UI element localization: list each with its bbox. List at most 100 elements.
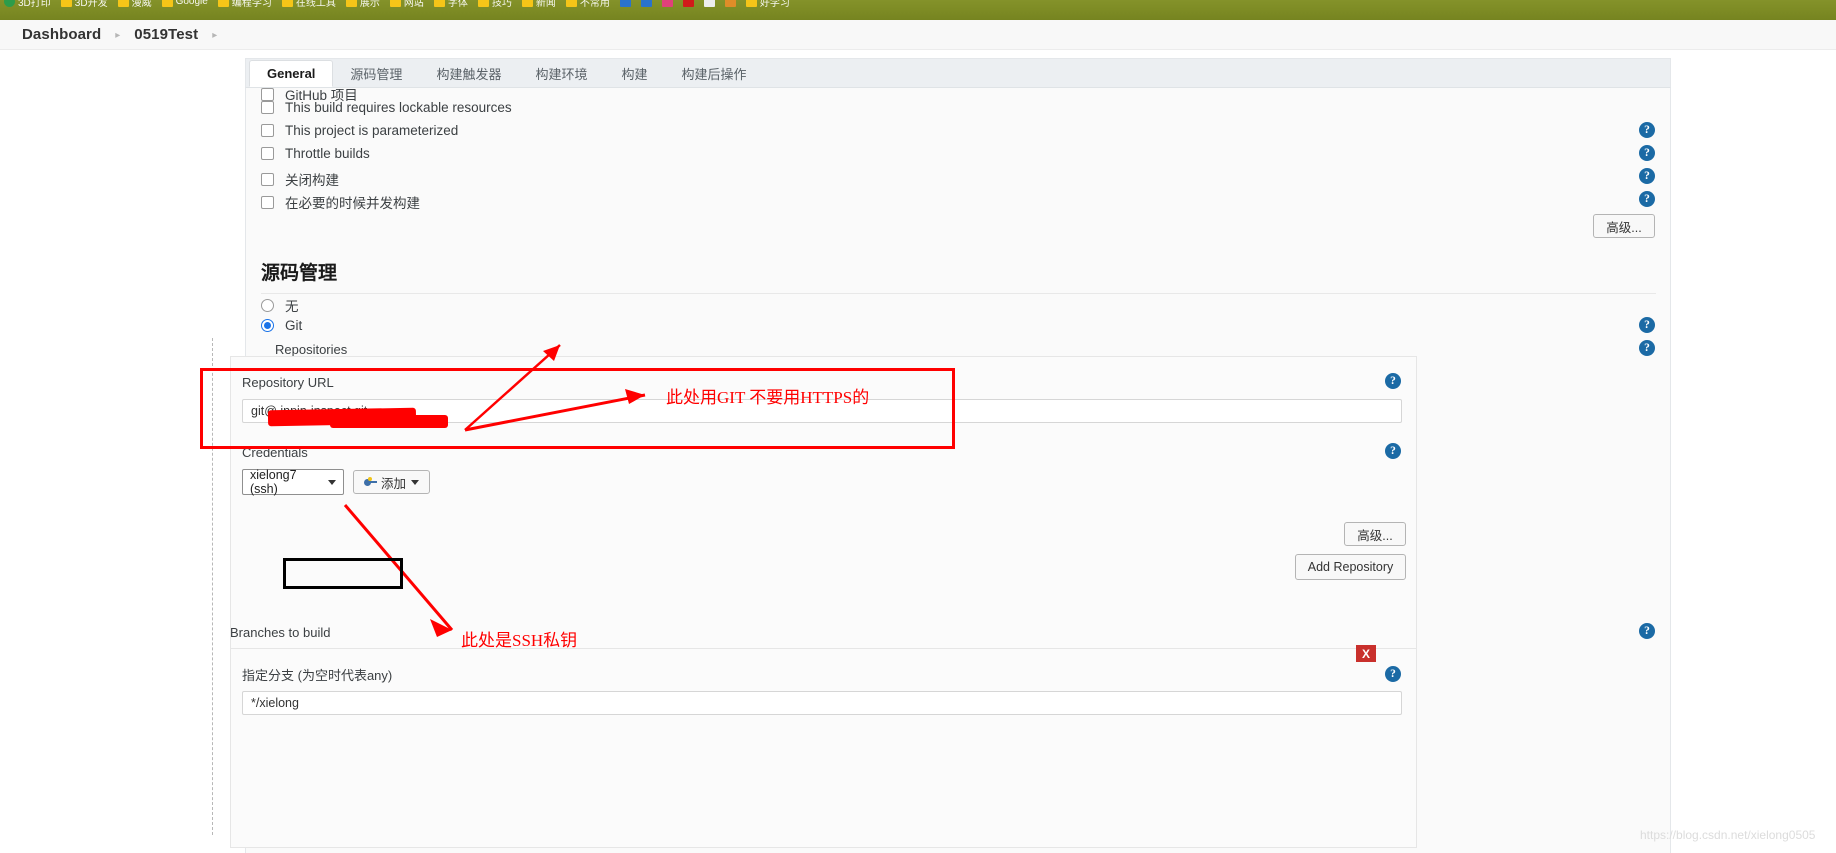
- folder-icon: [433, 0, 445, 7]
- bookmark-item[interactable]: [640, 0, 652, 8]
- key-icon: [363, 476, 377, 487]
- checkbox-label: 关闭构建: [285, 173, 339, 188]
- bookmark-item[interactable]: [619, 0, 631, 8]
- checkbox-icon[interactable]: [261, 101, 274, 114]
- help-icon[interactable]: ?: [1385, 373, 1401, 389]
- radio-icon-selected[interactable]: [261, 319, 274, 332]
- folder-icon: [477, 0, 489, 7]
- bookmark-label: 好学习: [759, 0, 790, 9]
- bookmark-label: 网站: [403, 0, 424, 9]
- breadcrumb-separator-icon: ▸: [115, 30, 121, 41]
- checkbox-row-lockable-resources[interactable]: This build requires lockable resources: [261, 100, 512, 115]
- bookmark-item[interactable]: 网站: [389, 0, 424, 9]
- general-advanced-button[interactable]: 高级...: [1593, 214, 1655, 238]
- bookmark-item[interactable]: 在线工具: [281, 0, 336, 9]
- tab-build-trigger[interactable]: 构建触发器: [419, 59, 518, 87]
- scm-section-heading: 源码管理: [261, 258, 1656, 294]
- checkbox-icon[interactable]: [261, 195, 274, 209]
- breadcrumb: Dashboard ▸ 0519Test ▸: [0, 20, 1836, 50]
- tab-scm[interactable]: 源码管理: [333, 59, 419, 87]
- folder-icon: [217, 0, 229, 7]
- bookmark-item[interactable]: [724, 0, 736, 8]
- repositories-label: Repositories: [275, 342, 348, 357]
- bookmark-label: 字体: [447, 0, 468, 9]
- app-icon: [640, 0, 652, 7]
- bookmark-item[interactable]: 编程学习: [217, 0, 272, 9]
- bookmark-label: 3D开发: [74, 0, 108, 9]
- bookmark-item[interactable]: 好学习: [745, 0, 790, 9]
- bookmark-label: 编程学习: [231, 0, 272, 9]
- bookmark-label: 技巧: [491, 0, 512, 9]
- radio-row-scm-git[interactable]: Git: [261, 318, 302, 333]
- app-icon: [724, 0, 736, 7]
- app-icon: [703, 0, 715, 7]
- tab-build-env[interactable]: 构建环境: [518, 59, 604, 87]
- folder-icon: [389, 0, 401, 7]
- folder-icon: [345, 0, 357, 7]
- tab-general[interactable]: General: [249, 60, 334, 87]
- bookmark-item[interactable]: 不常用: [565, 0, 610, 9]
- tab-build[interactable]: 构建: [604, 59, 664, 87]
- pin-icon: [619, 0, 631, 7]
- add-credentials-button[interactable]: 添加: [353, 470, 430, 494]
- checkbox-row-parameterized[interactable]: This project is parameterized: [261, 123, 458, 138]
- help-icon[interactable]: ?: [1639, 191, 1655, 207]
- bookmark-item[interactable]: 新闻: [521, 0, 556, 9]
- credentials-selected-value: xielong7 (ssh): [250, 468, 297, 496]
- help-icon[interactable]: ?: [1639, 340, 1655, 356]
- help-icon[interactable]: ?: [1385, 443, 1401, 459]
- help-icon[interactable]: ?: [1639, 317, 1655, 333]
- checkbox-icon[interactable]: [261, 147, 274, 160]
- branch-specifier-label: 指定分支 (为空时代表any): [242, 668, 393, 683]
- folder-icon: [521, 0, 533, 7]
- checkbox-label: 在必要的时候并发构建: [285, 196, 420, 211]
- radio-icon[interactable]: [261, 298, 274, 312]
- radio-row-scm-none[interactable]: 无: [261, 295, 299, 315]
- checkbox-row-throttle-builds[interactable]: Throttle builds: [261, 146, 370, 161]
- repository-advanced-button[interactable]: 高级...: [1344, 522, 1406, 546]
- breadcrumb-item-project[interactable]: 0519Test: [134, 26, 198, 43]
- help-icon[interactable]: ?: [1639, 168, 1655, 184]
- help-icon[interactable]: ?: [1639, 122, 1655, 138]
- bookmark-item[interactable]: Google: [161, 0, 208, 8]
- branch-settings-block: [230, 648, 1417, 848]
- repository-url-input[interactable]: git@ inpin-inspect.git: [242, 399, 1402, 423]
- breadcrumb-item-dashboard[interactable]: Dashboard: [22, 26, 101, 43]
- bookmark-item[interactable]: 展示: [345, 0, 380, 9]
- app-icon: [661, 0, 673, 7]
- shield-icon: [4, 0, 15, 7]
- bookmark-item[interactable]: 技巧: [477, 0, 512, 9]
- help-icon[interactable]: ?: [1639, 623, 1655, 639]
- credentials-select[interactable]: xielong7 (ssh): [242, 468, 344, 496]
- checkbox-icon[interactable]: [261, 87, 274, 101]
- bookmark-item[interactable]: [661, 0, 673, 8]
- checkbox-row-disable-build[interactable]: 关闭构建: [261, 169, 339, 189]
- radio-label: 无: [285, 299, 299, 314]
- bookmark-label: Google: [175, 0, 208, 7]
- bookmark-item[interactable]: 字体: [433, 0, 468, 9]
- help-icon[interactable]: ?: [1385, 666, 1401, 682]
- add-repository-button[interactable]: Add Repository: [1295, 554, 1406, 580]
- checkbox-icon[interactable]: [261, 124, 274, 137]
- bookmark-item[interactable]: [682, 0, 694, 8]
- repository-url-label: Repository URL: [242, 375, 334, 390]
- radio-label: Git: [285, 318, 303, 333]
- folder-icon: [60, 0, 72, 7]
- bookmark-item[interactable]: 3D打印: [4, 0, 51, 9]
- browser-bookmarks-bar[interactable]: 3D打印 3D开发 漫威 Google 编程学习 在线工具 展示 网站 字体 技…: [0, 0, 1836, 20]
- bookmark-item[interactable]: [703, 0, 715, 8]
- bookmark-item[interactable]: 3D开发: [60, 0, 108, 9]
- bookmark-label: 不常用: [579, 0, 610, 9]
- checkbox-icon[interactable]: [261, 172, 274, 186]
- branch-specifier-value: */xielong: [251, 696, 299, 710]
- delete-branch-button[interactable]: X: [1356, 645, 1376, 662]
- checkbox-row-concurrent-build[interactable]: 在必要的时候并发构建: [261, 192, 420, 212]
- chevron-down-icon: [411, 479, 419, 485]
- help-icon[interactable]: ?: [1639, 145, 1655, 161]
- bookmark-item[interactable]: 漫威: [117, 0, 152, 9]
- tab-post-build[interactable]: 构建后操作: [664, 59, 763, 87]
- branch-specifier-input[interactable]: */xielong: [242, 691, 1402, 715]
- folder-icon: [281, 0, 293, 7]
- folder-icon: [565, 0, 577, 7]
- checkbox-label: This project is parameterized: [285, 123, 459, 138]
